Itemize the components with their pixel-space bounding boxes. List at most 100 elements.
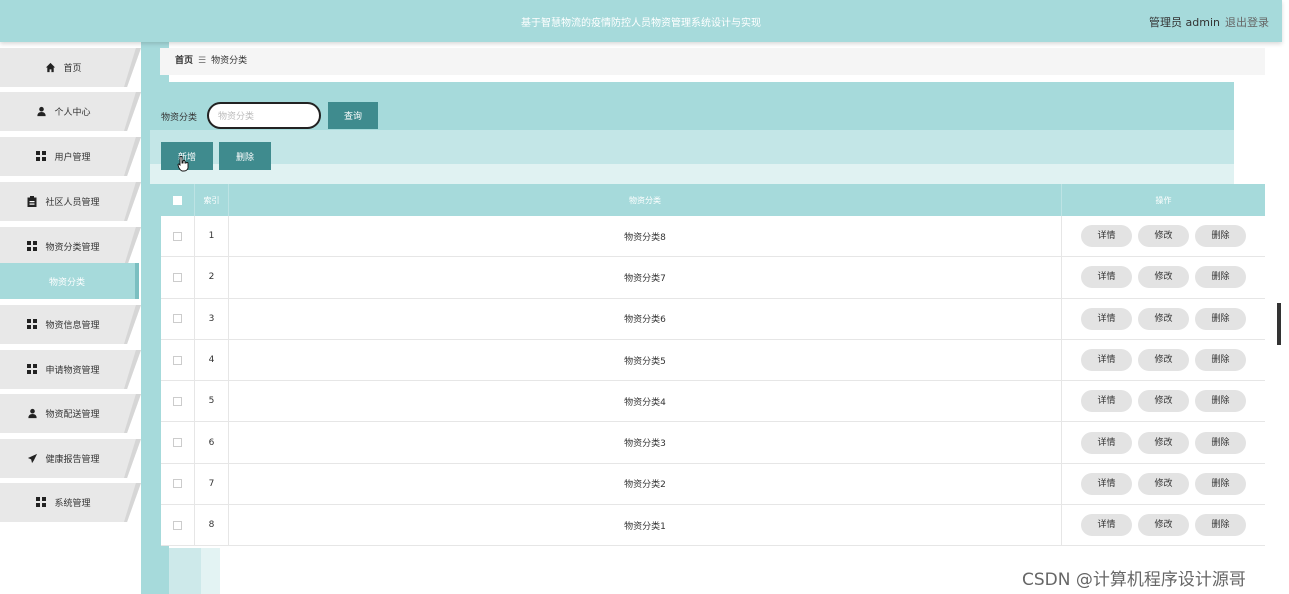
sidebar-item-label: 系统管理 — [54, 499, 91, 509]
row-category-name: 物资分类3 — [229, 422, 1062, 463]
select-all-cell — [161, 184, 195, 216]
table-row: 4 物资分类5 详情 修改 删除 — [161, 339, 1265, 382]
sidebar-item-system[interactable]: 系统管理 — [0, 483, 141, 522]
detail-button[interactable]: 详情 — [1081, 514, 1132, 537]
sidebar-item-health-report[interactable]: 健康报告管理 — [0, 439, 141, 478]
breadcrumb-current: 物资分类 — [211, 56, 248, 66]
sidebar-item-label: 物资信息管理 — [45, 321, 100, 331]
row-operations: 详情 修改 删除 — [1062, 340, 1265, 380]
edit-button[interactable]: 修改 — [1138, 349, 1189, 372]
row-delete-button[interactable]: 删除 — [1195, 431, 1246, 454]
row-index: 7 — [195, 463, 229, 505]
sidebar-item-users[interactable]: 用户管理 — [0, 137, 141, 176]
row-checkbox[interactable] — [173, 231, 182, 241]
sidebar-item-profile[interactable]: 个人中心 — [0, 92, 141, 131]
search-input[interactable] — [207, 102, 321, 129]
row-category-name: 物资分类2 — [229, 463, 1062, 505]
row-delete-button[interactable]: 删除 — [1195, 390, 1246, 413]
row-delete-button[interactable]: 删除 — [1195, 349, 1246, 372]
row-checkbox[interactable] — [173, 438, 182, 448]
grid-icon — [26, 318, 38, 331]
detail-button[interactable]: 详情 — [1081, 225, 1132, 248]
detail-button[interactable]: 详情 — [1081, 266, 1132, 289]
row-index: 3 — [195, 298, 229, 339]
row-index: 2 — [195, 257, 229, 298]
sidebar-item-supply-info[interactable]: 物资信息管理 — [0, 305, 141, 344]
row-index: 8 — [195, 505, 229, 546]
table-row: 6 物资分类3 详情 修改 删除 — [161, 422, 1265, 464]
row-checkbox-cell — [161, 505, 195, 546]
sidebar-item-home[interactable]: 首页 — [0, 48, 141, 87]
table-header: 索引 物资分类 操作 — [161, 184, 1265, 216]
sidebar-subitem-supply-category[interactable]: 物资分类 — [0, 263, 139, 299]
row-checkbox[interactable] — [173, 520, 182, 530]
row-delete-button[interactable]: 删除 — [1195, 266, 1246, 289]
edit-button[interactable]: 修改 — [1138, 225, 1189, 248]
row-delete-button[interactable]: 删除 — [1195, 472, 1246, 495]
edit-button[interactable]: 修改 — [1138, 307, 1189, 330]
logout-link[interactable]: 退出登录 — [1225, 14, 1269, 30]
detail-button[interactable]: 详情 — [1081, 431, 1132, 454]
row-category-name: 物资分类4 — [229, 381, 1062, 422]
sidebar-item-label: 用户管理 — [54, 153, 91, 163]
row-category-name: 物资分类6 — [229, 298, 1062, 339]
row-checkbox[interactable] — [173, 479, 182, 489]
breadcrumb: 首页 ☰ 物资分类 — [160, 48, 1265, 75]
clipboard-icon — [26, 195, 38, 208]
active-edge — [135, 263, 139, 299]
grid-icon — [26, 363, 38, 376]
table-row: 1 物资分类8 详情 修改 删除 — [161, 216, 1265, 258]
detail-button[interactable]: 详情 — [1081, 472, 1132, 495]
home-icon — [44, 62, 56, 74]
row-checkbox-cell — [161, 381, 195, 422]
query-button[interactable]: 查询 — [328, 102, 378, 129]
sidebar-item-supply-category[interactable]: 物资分类管理 — [0, 227, 141, 266]
delete-button[interactable]: 删除 — [219, 142, 271, 170]
row-operations: 详情 修改 删除 — [1062, 505, 1265, 545]
send-icon — [26, 453, 38, 465]
bottom-strip-light — [201, 548, 220, 594]
row-delete-button[interactable]: 删除 — [1195, 225, 1246, 248]
row-checkbox[interactable] — [173, 314, 182, 324]
row-index: 5 — [195, 381, 229, 422]
row-category-name: 物资分类1 — [229, 505, 1062, 546]
row-operations: 详情 修改 删除 — [1062, 381, 1265, 421]
row-checkbox-cell — [161, 422, 195, 463]
edit-button[interactable]: 修改 — [1138, 431, 1189, 454]
row-delete-button[interactable]: 删除 — [1195, 514, 1246, 537]
grid-icon — [26, 240, 38, 253]
sidebar-item-delivery[interactable]: 物资配送管理 — [0, 394, 141, 433]
current-user: 管理员 admin — [1149, 16, 1220, 29]
row-delete-button[interactable]: 删除 — [1195, 307, 1246, 330]
header-category: 物资分类 — [229, 184, 1062, 216]
detail-button[interactable]: 详情 — [1081, 349, 1132, 372]
row-checkbox-cell — [161, 298, 195, 339]
row-checkbox[interactable] — [173, 396, 182, 406]
row-operations: 详情 修改 删除 — [1062, 299, 1265, 339]
row-operations: 详情 修改 删除 — [1062, 257, 1265, 297]
sidebar-item-supply-request[interactable]: 申请物资管理 — [0, 350, 141, 389]
sidebar-item-community[interactable]: 社区人员管理 — [0, 182, 141, 221]
search-label: 物资分类 — [161, 113, 198, 123]
select-all-checkbox[interactable] — [173, 195, 182, 205]
hand-cursor-icon — [177, 156, 189, 176]
user-icon — [35, 106, 47, 118]
detail-button[interactable]: 详情 — [1081, 307, 1132, 330]
top-header: 基于智慧物流的疫情防控人员物资管理系统设计与实现 管理员 admin 退出登录 — [0, 0, 1282, 42]
breadcrumb-home[interactable]: 首页 — [175, 56, 193, 66]
edit-button[interactable]: 修改 — [1138, 472, 1189, 495]
edit-button[interactable]: 修改 — [1138, 266, 1189, 289]
edit-button[interactable]: 修改 — [1138, 514, 1189, 537]
edit-button[interactable]: 修改 — [1138, 390, 1189, 413]
row-category-name: 物资分类8 — [229, 216, 1062, 257]
sidebar-item-label: 健康报告管理 — [45, 455, 100, 465]
scrollbar-thumb[interactable] — [1277, 303, 1281, 345]
table-row: 8 物资分类1 详情 修改 删除 — [161, 505, 1265, 547]
row-checkbox[interactable] — [173, 355, 182, 365]
row-checkbox[interactable] — [173, 272, 182, 282]
sidebar-item-label: 社区人员管理 — [45, 198, 100, 208]
sidebar-item-label: 首页 — [63, 64, 82, 74]
header-operations: 操作 — [1155, 195, 1172, 205]
detail-button[interactable]: 详情 — [1081, 390, 1132, 413]
grid-icon — [35, 150, 47, 163]
